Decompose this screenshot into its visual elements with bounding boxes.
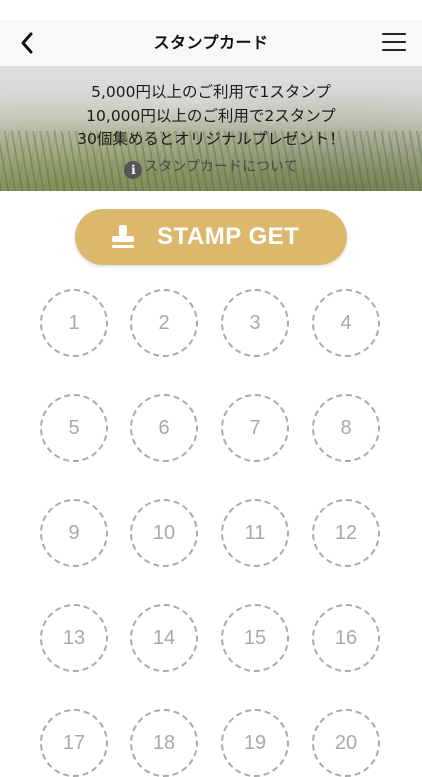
stamp-slot: 20: [312, 709, 380, 777]
stamp-slot: 16: [312, 604, 380, 672]
stamp-slot: 8: [312, 394, 380, 462]
stamp-slot: 18: [130, 709, 198, 777]
stamp-slot: 15: [221, 604, 289, 672]
stamp-slot: 13: [40, 604, 108, 672]
stamp-slot: 3: [221, 289, 289, 357]
stamp-slot: 10: [130, 499, 198, 567]
stamp-slot: 6: [130, 394, 198, 462]
stamp-slot: 4: [312, 289, 380, 357]
stamp-slot: 9: [40, 499, 108, 567]
stamp-slot: 11: [221, 499, 289, 567]
stamp-slot: 17: [40, 709, 108, 777]
stamp-slot: 7: [221, 394, 289, 462]
stamp-slot: 5: [40, 394, 108, 462]
stamp-slot: 14: [130, 604, 198, 672]
stamp-slot: 1: [40, 289, 108, 357]
stamp-slot: 19: [221, 709, 289, 777]
stamp-slot: 2: [130, 289, 198, 357]
stamp-grid: 1 2 3 4 5 6 7 8 9 10 11 12 13 14 15 16 17 18 19 20: [0, 0, 422, 777]
stamp-slot: 12: [312, 499, 380, 567]
